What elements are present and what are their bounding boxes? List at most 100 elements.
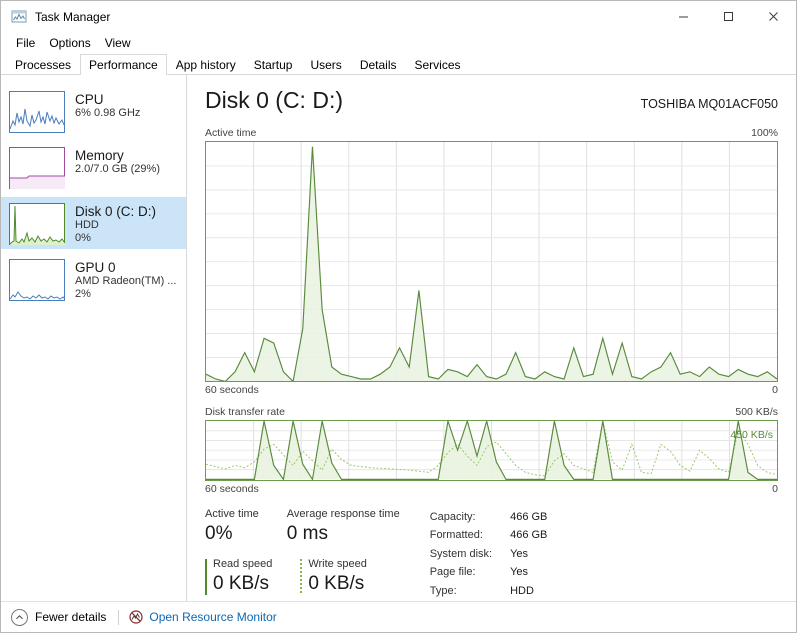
transfer-rate-xlabel: 60 seconds	[205, 482, 259, 495]
info-value-page-file: Yes	[510, 566, 529, 579]
stat-response-time: Average response time 0 ms	[287, 507, 400, 547]
active-time-label: Active time	[205, 127, 257, 139]
sidebar-item-memory-name: Memory	[75, 148, 124, 163]
active-time-caption: Active time 100%	[205, 127, 778, 139]
fewer-details-label: Fewer details	[35, 610, 107, 624]
menu-bar: File Options View	[1, 32, 796, 53]
panel-header: Disk 0 (C: D:) TOSHIBA MQ01ACF050	[205, 87, 778, 113]
transfer-rate-annotation: 450 KB/s	[730, 429, 773, 442]
disk-thumbnail-graph	[9, 203, 65, 245]
disk-info-table: Capacity: 466 GB Formatted: 466 GB Syste…	[428, 507, 550, 602]
table-row: Formatted: 466 GB	[430, 527, 548, 544]
open-resource-monitor-label: Open Resource Monitor	[149, 610, 277, 624]
table-row: Type: HDD	[430, 583, 548, 600]
menu-item-file[interactable]: File	[9, 34, 42, 52]
active-time-min: 0	[772, 384, 778, 397]
resource-monitor-icon	[129, 610, 143, 624]
active-time-graph	[205, 141, 778, 383]
transfer-rate-max: 500 KB/s	[735, 406, 778, 419]
sidebar-item-memory-line1: 2.0/7.0 GB (29%)	[75, 163, 160, 175]
sidebar-item-disk-0-line1: HDD	[75, 219, 99, 231]
stats-left: Active time 0% Average response time 0 m…	[205, 507, 428, 602]
tab-startup[interactable]: Startup	[245, 54, 302, 75]
transfer-rate-caption: Disk transfer rate 500 KB/s	[205, 406, 778, 418]
menu-item-view[interactable]: View	[98, 34, 138, 52]
chevron-up-icon	[11, 608, 28, 626]
maximize-button[interactable]	[706, 1, 751, 32]
close-button[interactable]	[751, 1, 796, 32]
table-row: Page file: Yes	[430, 564, 548, 581]
info-value-formatted: 466 GB	[510, 529, 548, 542]
info-value-capacity: 466 GB	[510, 510, 548, 523]
sidebar-item-gpu-0-name: GPU 0	[75, 260, 116, 275]
transfer-rate-graph: 450 KB/s	[205, 420, 778, 481]
tab-details[interactable]: Details	[351, 54, 406, 75]
active-time-max: 100%	[751, 127, 778, 139]
cpu-thumbnail-graph	[9, 91, 65, 133]
stat-read-speed-label: Read speed	[213, 557, 273, 570]
info-key-page-file: Page file:	[429, 566, 476, 579]
info-key-type: Type:	[429, 584, 457, 597]
info-value-type: HDD	[510, 584, 534, 597]
stat-read-speed-value: 0 KB/s	[213, 572, 269, 594]
stat-write-speed-label: Write speed	[308, 557, 367, 570]
stat-active-time: Active time 0%	[205, 507, 259, 547]
transfer-rate-label: Disk transfer rate	[205, 406, 285, 419]
sidebar-item-gpu-0-line2: 2%	[75, 288, 91, 300]
tab-app-history[interactable]: App history	[167, 54, 245, 75]
window-controls	[661, 1, 796, 32]
stat-response-time-value: 0 ms	[286, 522, 328, 544]
stat-write-speed: Write speed 0 KB/s	[300, 557, 367, 597]
task-manager-icon	[11, 9, 27, 25]
info-value-system-disk: Yes	[510, 547, 529, 560]
sidebar-item-cpu[interactable]: CPU 6% 0.98 GHz	[1, 85, 186, 137]
window-title: Task Manager	[35, 9, 111, 24]
sidebar-item-cpu-name: CPU	[75, 92, 104, 107]
memory-thumbnail-graph	[9, 147, 65, 189]
performance-sidebar: CPU 6% 0.98 GHz Memory 2.0/7.0 GB (29%)	[1, 75, 187, 601]
status-bar: Fewer details Open Resource Monitor	[1, 601, 796, 632]
table-row: System disk: Yes	[430, 546, 548, 563]
speed-legend: Read speed 0 KB/s Write speed 0 KB/s	[205, 557, 428, 597]
tab-services[interactable]: Services	[406, 54, 470, 75]
open-resource-monitor-link[interactable]: Open Resource Monitor	[129, 610, 277, 624]
performance-detail-panel: Disk 0 (C: D:) TOSHIBA MQ01ACF050 Active…	[187, 75, 796, 601]
tab-bar: Processes Performance App history Startu…	[1, 53, 796, 75]
stat-active-time-value: 0%	[205, 522, 233, 544]
tab-users[interactable]: Users	[301, 54, 350, 75]
title-bar: Task Manager	[1, 1, 796, 32]
task-manager-window: Task Manager File Options View Processes…	[0, 0, 797, 633]
sidebar-item-disk-0-name: Disk 0 (C: D:)	[75, 204, 156, 219]
fewer-details-button[interactable]: Fewer details	[11, 608, 107, 626]
status-separator	[118, 609, 120, 625]
read-speed-swatch	[205, 558, 207, 595]
info-key-formatted: Formatted:	[429, 529, 483, 542]
sidebar-item-disk-0[interactable]: Disk 0 (C: D:) HDD 0%	[1, 197, 186, 249]
transfer-rate-footer: 60 seconds 0	[205, 483, 778, 495]
write-speed-swatch	[300, 558, 303, 595]
content-area: CPU 6% 0.98 GHz Memory 2.0/7.0 GB (29%)	[1, 75, 796, 601]
stat-write-speed-value: 0 KB/s	[308, 572, 365, 594]
info-key-capacity: Capacity:	[429, 510, 476, 523]
stat-active-time-label: Active time	[205, 507, 259, 520]
stats-area: Active time 0% Average response time 0 m…	[205, 507, 778, 602]
tab-processes[interactable]: Processes	[6, 54, 80, 75]
stat-response-time-label: Average response time	[286, 507, 400, 520]
table-row: Capacity: 466 GB	[430, 509, 548, 526]
tab-performance[interactable]: Performance	[80, 54, 167, 75]
gpu-thumbnail-graph	[9, 259, 65, 301]
minimize-button[interactable]	[661, 1, 706, 32]
info-key-system-disk: System disk:	[429, 547, 493, 560]
active-time-footer: 60 seconds 0	[205, 384, 778, 396]
disk-model-label: TOSHIBA MQ01ACF050	[640, 97, 778, 111]
sidebar-item-disk-0-line2: 0%	[75, 232, 91, 244]
sidebar-item-memory[interactable]: Memory 2.0/7.0 GB (29%)	[1, 141, 186, 193]
transfer-rate-min: 0	[772, 482, 778, 495]
menu-item-options[interactable]: Options	[42, 34, 97, 52]
sidebar-item-gpu-0[interactable]: GPU 0 AMD Radeon(TM) ... 2%	[1, 253, 186, 305]
stat-read-speed: Read speed 0 KB/s	[205, 557, 272, 597]
page-title: Disk 0 (C: D:)	[205, 87, 343, 113]
active-time-xlabel: 60 seconds	[205, 384, 259, 397]
sidebar-item-cpu-line1: 6% 0.98 GHz	[75, 107, 141, 119]
sidebar-item-gpu-0-line1: AMD Radeon(TM) ...	[75, 275, 177, 287]
